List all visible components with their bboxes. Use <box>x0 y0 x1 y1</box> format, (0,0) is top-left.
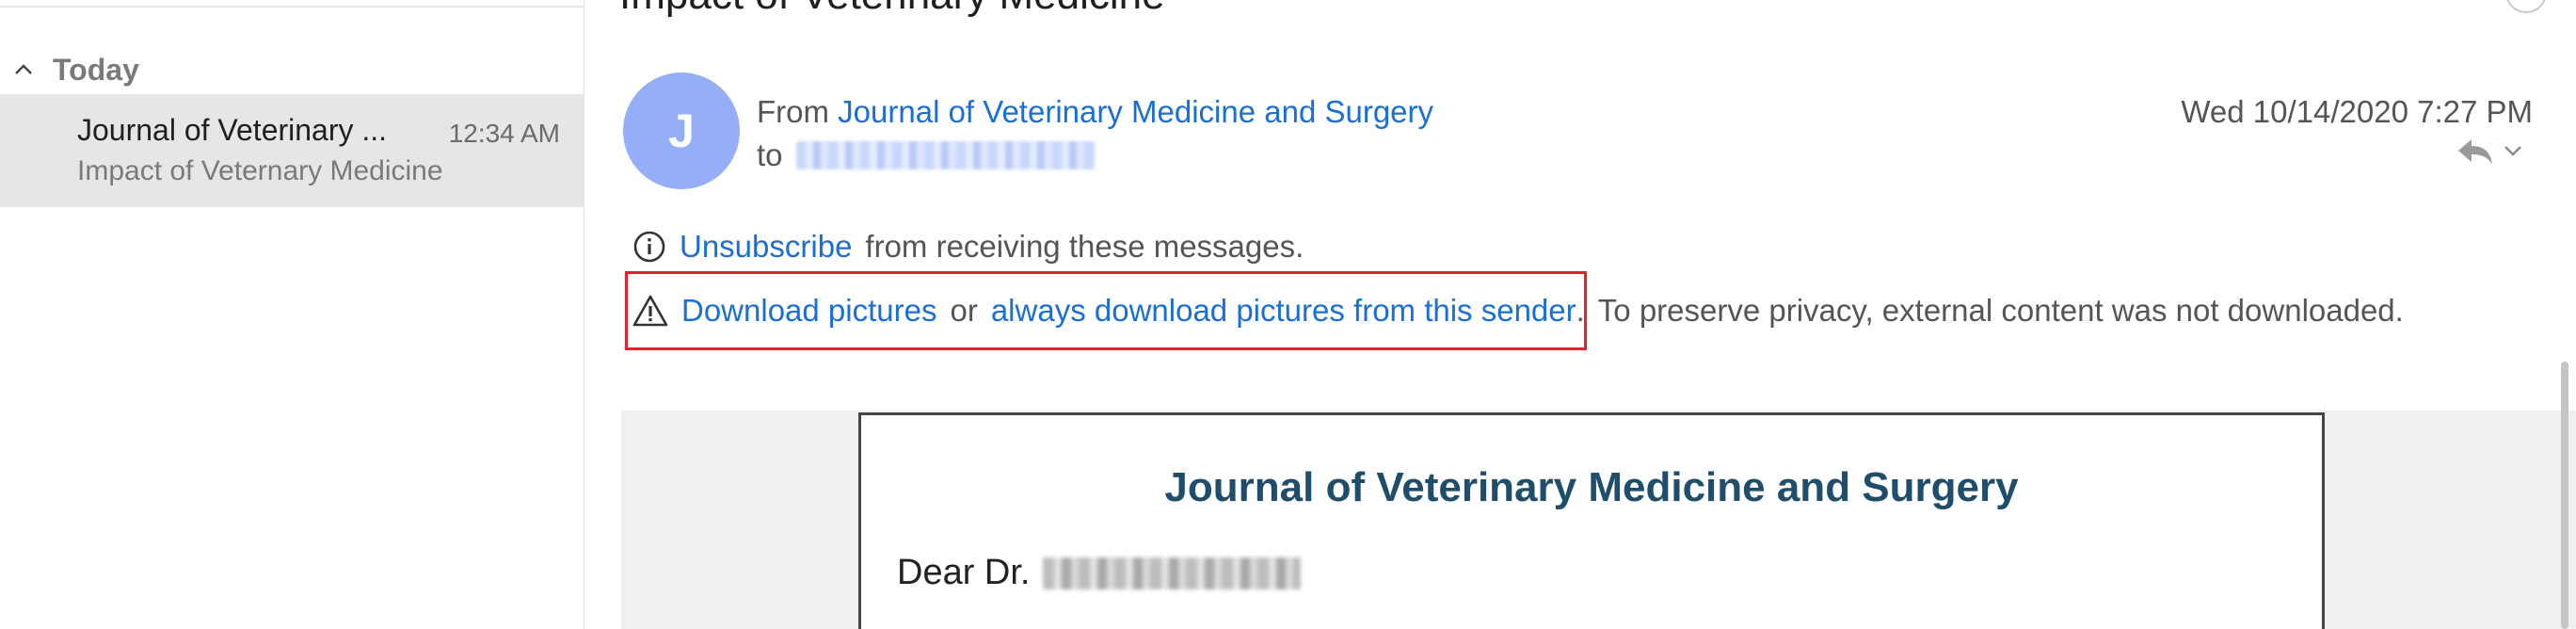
greeting-text: Dear Dr. <box>897 553 1031 592</box>
to-prefix: to <box>757 137 783 172</box>
group-label: Today <box>53 52 139 87</box>
reading-pane: Impact of Veterinary Medicine J From Jou… <box>585 0 2576 629</box>
privacy-text: To preserve privacy, external content wa… <box>1597 293 2404 328</box>
list-divider <box>0 0 584 8</box>
from-line: From Journal of Veterinary Medicine and … <box>757 94 1433 130</box>
sender-name-link[interactable]: Journal of Veterinary Medicine and Surge… <box>838 94 1433 129</box>
message-time: 12:34 AM <box>448 119 560 148</box>
from-prefix: From <box>757 94 829 129</box>
email-body-card: Journal of Veterinary Medicine and Surge… <box>858 412 2325 629</box>
unsubscribe-text: from receiving these messages. <box>865 229 1304 264</box>
group-header-today[interactable]: Today <box>13 49 139 90</box>
greeting-line: Dear Dr. <box>897 553 1302 593</box>
email-date: Wed 10/14/2020 7:27 PM <box>2181 94 2533 129</box>
email-subject-title: Impact of Veterinary Medicine <box>619 0 1165 19</box>
message-subject: Impact of Veternary Medicine <box>77 155 443 186</box>
info-icon <box>633 231 665 263</box>
body-heading: Journal of Veterinary Medicine and Surge… <box>1164 464 2019 510</box>
more-options-button[interactable] <box>2505 0 2547 13</box>
unsubscribe-link[interactable]: Unsubscribe <box>680 229 852 265</box>
to-line: to <box>757 137 1096 173</box>
message-sender: Journal of Veterinary ... <box>77 113 388 147</box>
sender-avatar: J <box>623 73 740 189</box>
mail-app: Today Journal of Veterinary ... 12:34 AM… <box>0 0 2576 629</box>
chevron-up-icon[interactable] <box>13 59 34 80</box>
reply-icon[interactable] <box>2455 134 2496 168</box>
message-list-item[interactable]: Journal of Veterinary ... 12:34 AM Impac… <box>0 94 584 207</box>
recipient-name-redacted <box>1043 556 1302 589</box>
reading-pane-scrollbar[interactable] <box>2561 362 2568 629</box>
avatar-letter: J <box>668 105 695 157</box>
message-list-pane: Today Journal of Veterinary ... 12:34 AM… <box>0 0 584 629</box>
highlight-annotation <box>625 271 1587 350</box>
chevron-down-icon[interactable] <box>2502 141 2524 160</box>
unsubscribe-notice: Unsubscribe from receiving these message… <box>632 226 1304 267</box>
recipient-redacted[interactable] <box>795 141 1096 169</box>
